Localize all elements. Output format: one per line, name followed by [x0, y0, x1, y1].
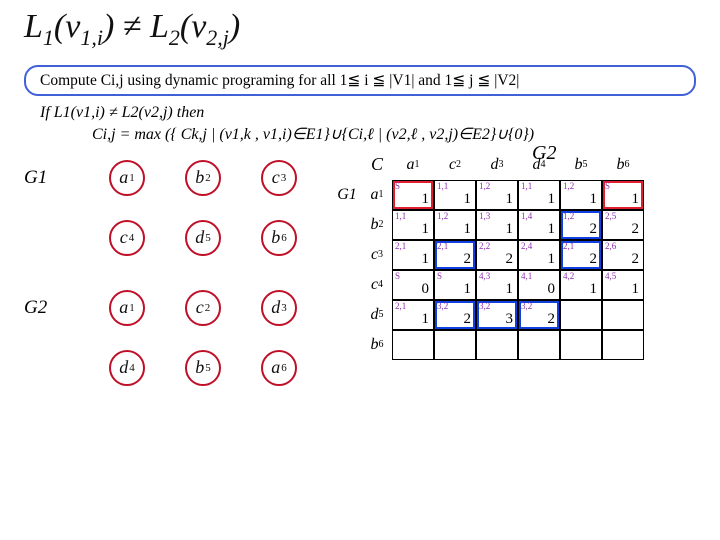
matrix-cell: 2,22 [476, 240, 518, 270]
graph-node: c2 [185, 290, 221, 326]
graph-node: c3 [261, 160, 297, 196]
graph-node: b6 [261, 220, 297, 256]
compute-banner: Compute Ci,j using dynamic programing fo… [24, 65, 696, 96]
graph-label: G1 [24, 167, 86, 189]
matrix-col-header: d3 [476, 150, 518, 180]
page-title: L1(v1,i) ≠ L2(v2,j) [0, 0, 720, 59]
matrix-cell [518, 330, 560, 360]
graph-node: d3 [261, 290, 297, 326]
matrix-row-header: a1 [362, 180, 392, 210]
graph-node: b2 [185, 160, 221, 196]
matrix-row-header: b6 [362, 330, 392, 360]
matrix-col-header: b5 [560, 150, 602, 180]
matrix-cell: 2,52 [602, 210, 644, 240]
example-graphs: G1 a1 b2 c3 c4 d5 b6 G2 a1 c2 d3 d4 b5 a6 [24, 150, 314, 396]
title-L1: L [24, 8, 43, 45]
matrix-cell: 1,11 [518, 180, 560, 210]
matrix-cell: 1,31 [476, 210, 518, 240]
matrix-cell: 2,12 [434, 240, 476, 270]
matrix-cell: 2,12 [560, 240, 602, 270]
matrix-cell: 1,21 [476, 180, 518, 210]
matrix-cell: 1,41 [518, 210, 560, 240]
matrix-cell: 3,22 [434, 300, 476, 330]
recurrence: Ci,j = max ({ Ck,j | (v1,k , v1,i)∈E1}∪{… [92, 124, 680, 144]
matrix-row-header: c3 [362, 240, 392, 270]
matrix-cell [434, 330, 476, 360]
graph-node: b5 [185, 350, 221, 386]
matrix-cell: 4,10 [518, 270, 560, 300]
graph-node: a1 [109, 160, 145, 196]
matrix-cell: 1,11 [434, 180, 476, 210]
matrix-cell: 4,51 [602, 270, 644, 300]
matrix-col-header: c2 [434, 150, 476, 180]
matrix-cell: 3,22 [518, 300, 560, 330]
matrix-cell [602, 330, 644, 360]
matrix-cell: 1,11 [392, 210, 434, 240]
matrix-row-header: c4 [362, 270, 392, 300]
matrix-cell [392, 330, 434, 360]
graph-node: d5 [185, 220, 221, 256]
matrix-cell: 4,31 [476, 270, 518, 300]
matrix-cell: S1 [602, 180, 644, 210]
matrix-C-label: C [362, 150, 392, 180]
matrix-cell: 2,41 [518, 240, 560, 270]
matrix-cell: S1 [392, 180, 434, 210]
matrix-G1-label: G1 [332, 180, 362, 210]
matrix-cell: 2,11 [392, 240, 434, 270]
matrix-cell [476, 330, 518, 360]
matrix-row-header: b2 [362, 210, 392, 240]
matrix-row-header: d5 [362, 300, 392, 330]
matrix-cell: 1,21 [560, 180, 602, 210]
matrix-col-header: a1 [392, 150, 434, 180]
graph-node: a1 [109, 290, 145, 326]
matrix-cell: 4,21 [560, 270, 602, 300]
matrix-cell: 3,23 [476, 300, 518, 330]
matrix-cell: S0 [392, 270, 434, 300]
matrix-cell: S1 [434, 270, 476, 300]
matrix-cell: 2,62 [602, 240, 644, 270]
matrix-cell [560, 330, 602, 360]
dp-matrix: G2 Ca1c2d3d4b5b6G1a1S11,111,211,111,21S1… [332, 150, 696, 396]
if-clause: If L1(v1,i) ≠ L2(v2,j) then [40, 104, 680, 122]
graph-node: c4 [109, 220, 145, 256]
graph-node: d4 [109, 350, 145, 386]
matrix-cell: 1,22 [560, 210, 602, 240]
matrix-cell: 1,21 [434, 210, 476, 240]
matrix-col-header: b6 [602, 150, 644, 180]
graph-node: a6 [261, 350, 297, 386]
matrix-cell [602, 300, 644, 330]
matrix-cell: 2,11 [392, 300, 434, 330]
g2-col-label: G2 [532, 142, 556, 165]
matrix-cell [560, 300, 602, 330]
graph-label: G2 [24, 297, 86, 319]
